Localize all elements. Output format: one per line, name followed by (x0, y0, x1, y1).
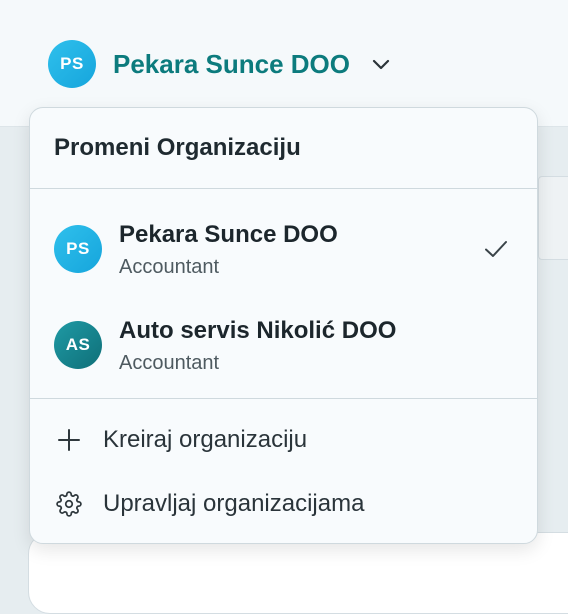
org-name: Auto servis Nikolić DOO (119, 316, 397, 344)
org-item-pekara-sunce[interactable]: PS Pekara Sunce DOO Accountant (30, 201, 537, 297)
org-switcher-button[interactable]: PS Pekara Sunce DOO (48, 40, 392, 88)
avatar-initials: PS (60, 54, 84, 73)
dropdown-title: Promeni Organizaciju (54, 134, 301, 161)
dropdown-header: Promeni Organizaciju (30, 108, 537, 189)
manage-organizations-label: Upravljaj organizacijama (103, 490, 365, 517)
dropdown-actions: Kreiraj organizaciju Upravljaj organizac… (30, 399, 537, 536)
plus-icon (56, 427, 82, 453)
create-organization-button[interactable]: Kreiraj organizaciju (30, 408, 537, 472)
org-switcher-dropdown: Promeni Organizaciju PS Pekara Sunce DOO… (29, 107, 538, 544)
avatar: PS (48, 40, 96, 88)
org-role: Accountant (119, 255, 220, 278)
avatar: AS (54, 321, 102, 369)
org-list: PS Pekara Sunce DOO Accountant AS Auto s… (30, 189, 537, 399)
manage-organizations-button[interactable]: Upravljaj organizacijama (30, 472, 537, 536)
avatar-initials: AS (65, 335, 91, 354)
chevron-down-icon[interactable] (370, 53, 392, 75)
avatar-initials: PS (66, 239, 90, 258)
org-text: Auto servis Nikolić DOO Accountant (119, 316, 509, 375)
background-card (28, 532, 568, 614)
create-organization-label: Kreiraj organizaciju (103, 426, 308, 453)
org-name: Pekara Sunce DOO (119, 220, 338, 248)
org-item-auto-servis[interactable]: AS Auto servis Nikolić DOO Accountant (30, 297, 537, 393)
org-role: Accountant (119, 351, 220, 374)
org-text: Pekara Sunce DOO Accountant (119, 220, 483, 279)
gear-icon (56, 491, 82, 517)
avatar: PS (54, 225, 102, 273)
checkmark-icon (483, 236, 509, 262)
current-org-name: Pekara Sunce DOO (113, 48, 350, 79)
background-panel (538, 176, 568, 260)
